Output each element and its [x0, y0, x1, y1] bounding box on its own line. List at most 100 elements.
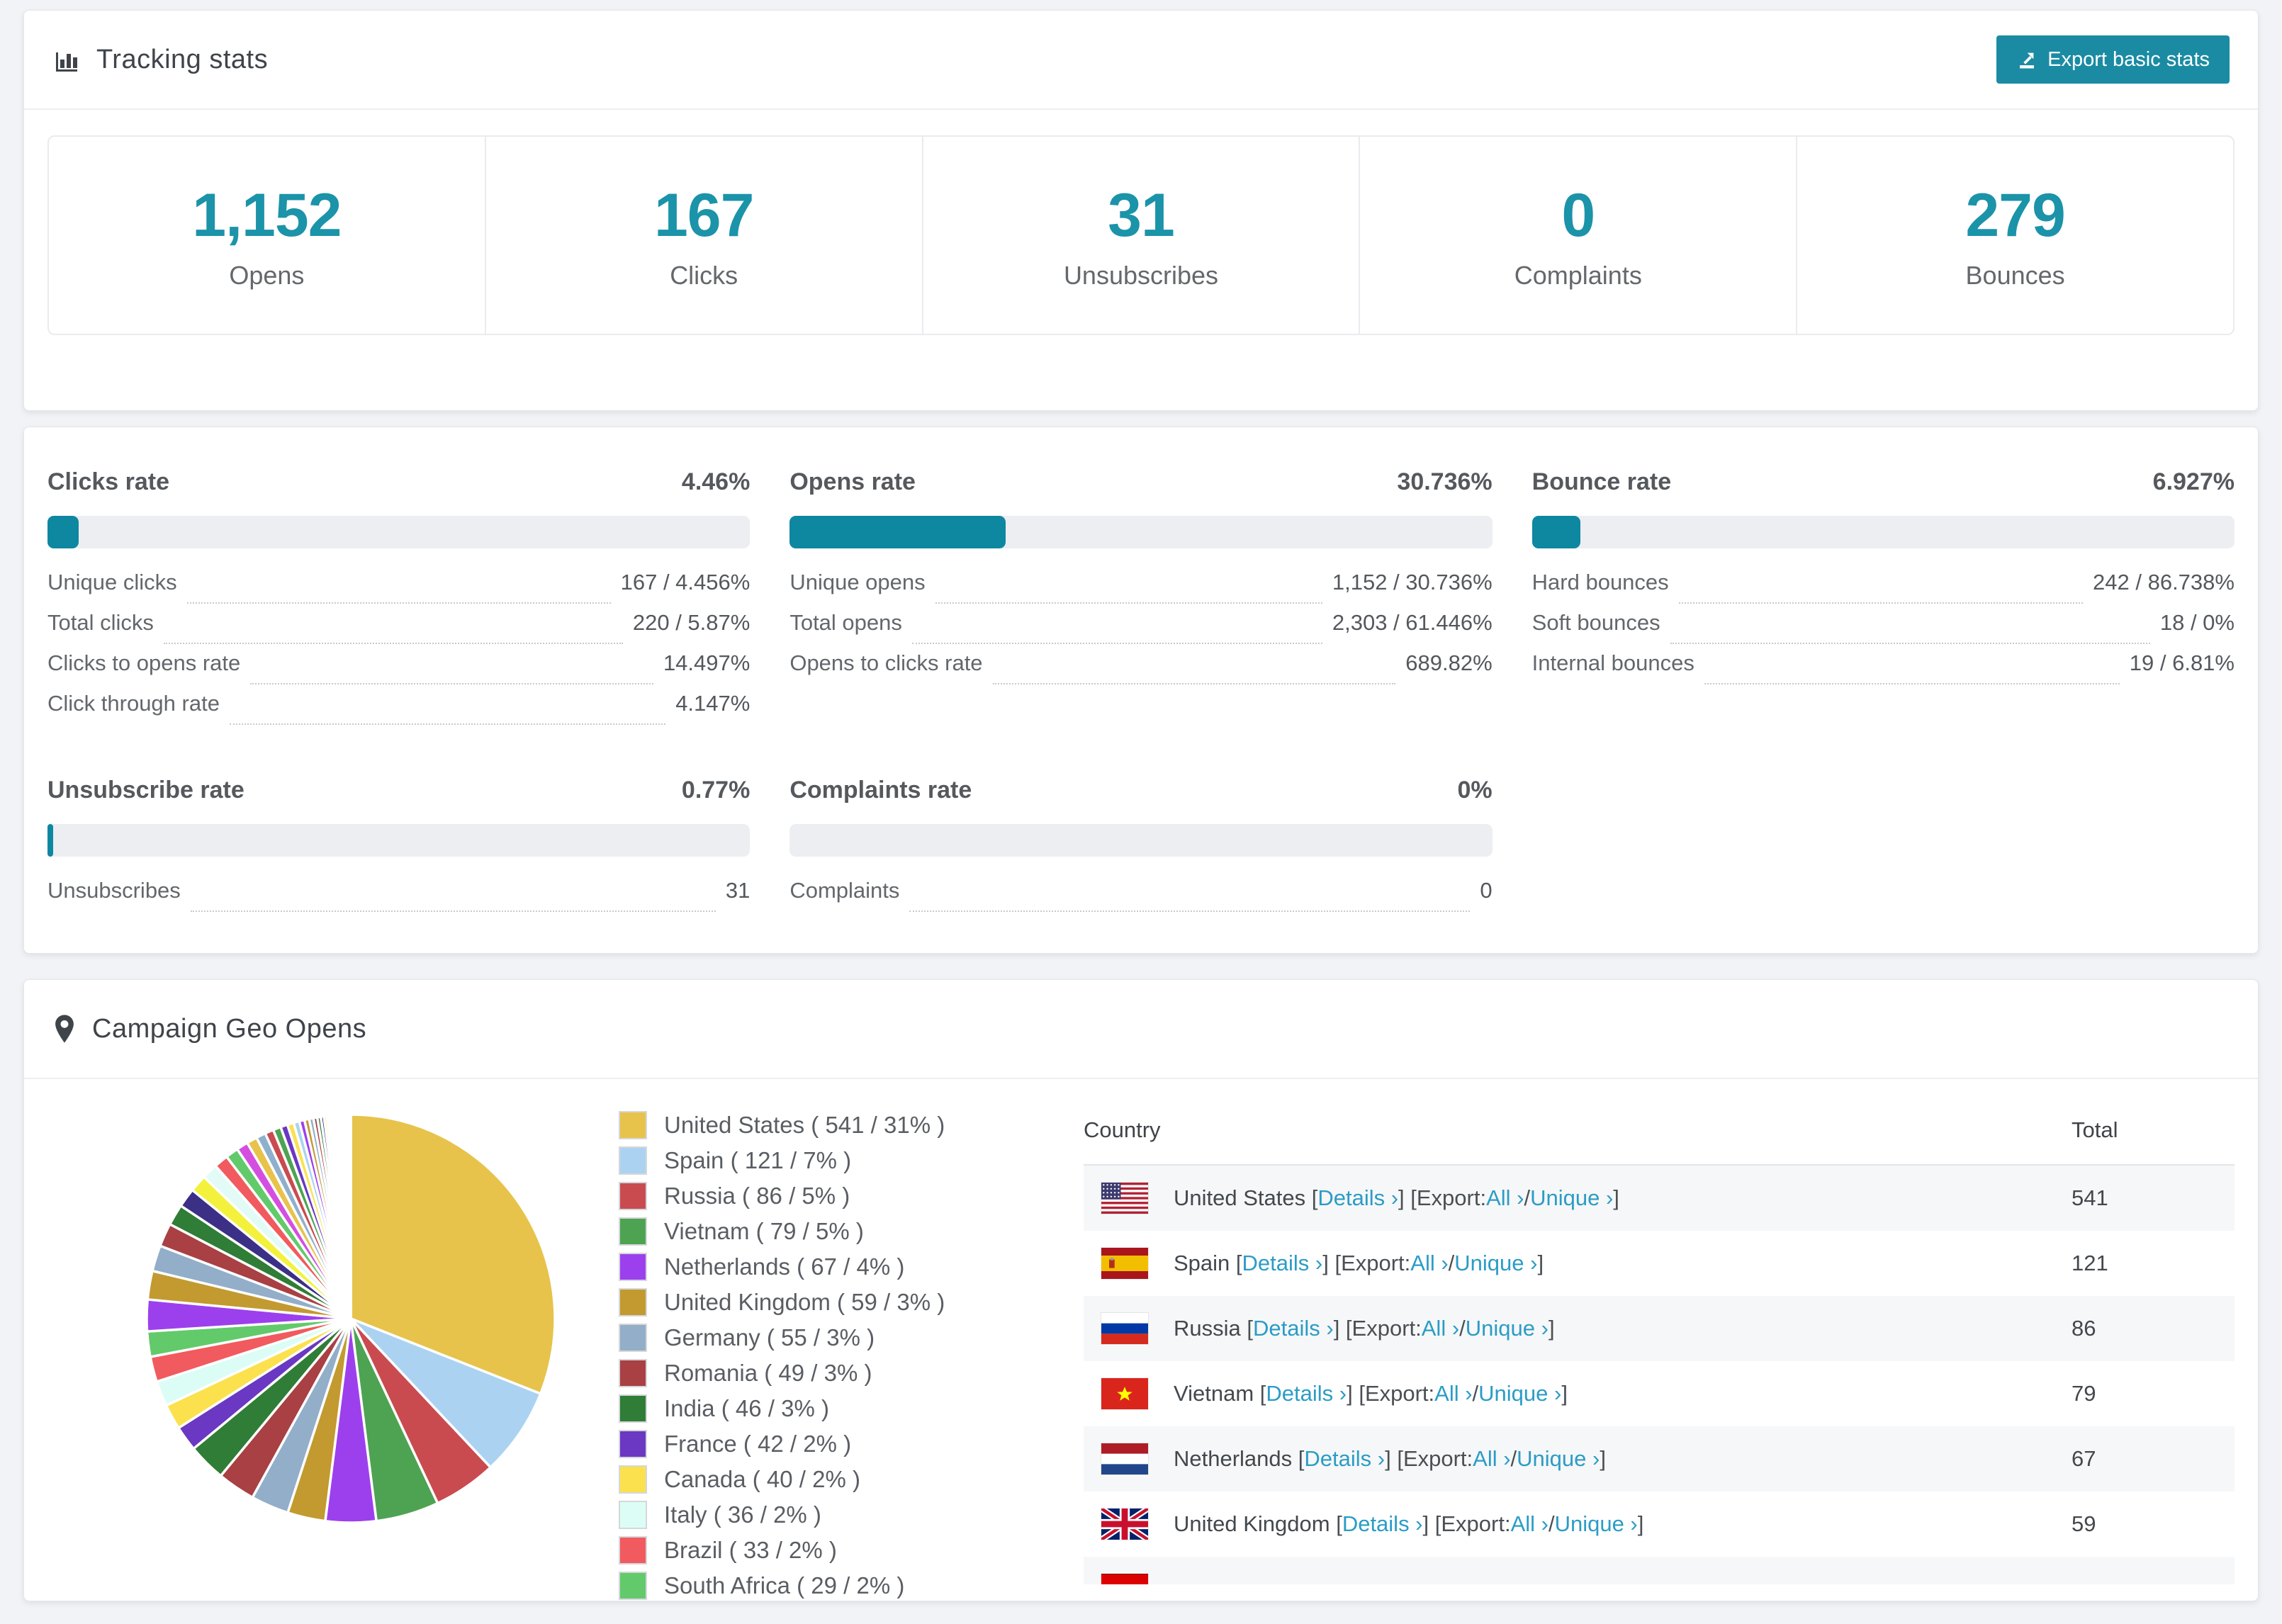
rate-row-label: Opens to clicks rate	[789, 650, 983, 675]
geo-body: United States ( 541 / 31% ) Spain ( 121 /…	[24, 1079, 2258, 1601]
details-link[interactable]: Details ›	[1304, 1446, 1385, 1472]
export-unique-link[interactable]: Unique ›	[1478, 1381, 1561, 1406]
legend-swatch	[619, 1536, 647, 1564]
legend-swatch	[619, 1572, 647, 1600]
united-states-flag-icon	[1101, 1183, 1148, 1214]
slash: /	[1448, 1251, 1455, 1275]
export-basic-stats-button[interactable]: Export basic stats	[1996, 35, 2230, 84]
export-all-link[interactable]: All ›	[1434, 1381, 1472, 1406]
rate-row-label: Hard bounces	[1531, 570, 1669, 594]
legend-item-south-africa[interactable]: South Africa ( 29 / 2% )	[619, 1571, 1016, 1601]
export-all-link[interactable]: All ›	[1511, 1511, 1548, 1537]
spain-flag-icon	[1101, 1248, 1148, 1279]
legend-label: France ( 42 / 2% )	[664, 1431, 852, 1457]
country-cell: United States [Details ›] [Export: All ›…	[1084, 1165, 2072, 1231]
legend-swatch	[619, 1394, 647, 1423]
pie-slice-other[interactable]	[349, 1113, 352, 1320]
rate-title-row-opens-rate: Opens rate 30.736%	[789, 468, 1492, 496]
legend-item-russia[interactable]: Russia ( 86 / 5% )	[619, 1181, 1016, 1211]
legend-swatch	[619, 1253, 647, 1281]
country-cell-inner: Vietnam [Details ›] [Export: All › / Uni…	[1084, 1378, 2072, 1409]
legend-item-vietnam[interactable]: Vietnam ( 79 / 5% )	[619, 1217, 1016, 1246]
rate-row-hard-bounces: Hard bounces 242 / 86.738%	[1532, 570, 2235, 610]
details-link[interactable]: Details ›	[1266, 1381, 1347, 1406]
total-cell: 79	[2072, 1381, 2096, 1406]
legend-item-india[interactable]: India ( 46 / 3% )	[619, 1394, 1016, 1423]
export-unique-link[interactable]: Unique ›	[1530, 1185, 1613, 1211]
rate-section-unsubscribe-rate: Unsubscribe rate 0.77% Unsubscribes 31	[47, 777, 751, 918]
export-icon	[2016, 49, 2038, 70]
bracket: ]	[1637, 1511, 1644, 1536]
legend-item-germany[interactable]: Germany ( 55 / 3% )	[619, 1323, 1016, 1353]
legend-item-united-kingdom[interactable]: United Kingdom ( 59 / 3% )	[619, 1287, 1016, 1317]
rate-row-label: Click through rate	[47, 691, 220, 716]
geo-table-row-united-kingdom: United Kingdom [Details ›] [Export: All …	[1084, 1492, 2235, 1557]
rate-row-label: Clicks to opens rate	[47, 650, 241, 675]
legend-item-romania[interactable]: Romania ( 49 / 3% )	[619, 1358, 1016, 1388]
rate-row-label: Internal bounces	[1531, 650, 1694, 675]
geo-table-row-vietnam: Vietnam [Details ›] [Export: All › / Uni…	[1084, 1361, 2235, 1426]
legend-item-spain[interactable]: Spain ( 121 / 7% )	[619, 1146, 1016, 1175]
details-link[interactable]: Details ›	[1253, 1316, 1334, 1341]
details-link[interactable]: Details ›	[1242, 1251, 1323, 1276]
rate-value: 6.927%	[2152, 468, 2235, 495]
legend-item-canada[interactable]: Canada ( 40 / 2% )	[619, 1465, 1016, 1494]
export-label: ] [Export:	[1333, 1316, 1422, 1341]
rate-row-unique-opens: Unique opens 1,152 / 30.736%	[789, 570, 1493, 610]
rate-progress-bar	[1531, 516, 2235, 548]
pie-chart-svg[interactable]	[138, 1099, 563, 1538]
export-all-link[interactable]: All ›	[1473, 1446, 1510, 1472]
stat-box-complaints: 0 Complaints	[1360, 137, 1798, 334]
pie-legend: United States ( 541 / 31% ) Spain ( 121 /…	[619, 1099, 1016, 1601]
export-unique-link[interactable]: Unique ›	[1466, 1316, 1548, 1341]
rate-row-complaints: Complaints 0	[789, 878, 1493, 918]
legend-item-italy[interactable]: Italy ( 36 / 2% )	[619, 1500, 1016, 1530]
export-label: ] [Export:	[1422, 1511, 1511, 1536]
rate-row-value: 2,303 / 61.446%	[1332, 610, 1493, 635]
export-unique-link[interactable]: Unique ›	[1454, 1251, 1537, 1276]
dotted-leader	[911, 643, 1322, 644]
rate-title-row-clicks-rate: Clicks rate 4.46%	[47, 468, 750, 496]
export-unique-link[interactable]: Unique ›	[1517, 1446, 1600, 1472]
rate-row-label: Total clicks	[47, 610, 154, 635]
rate-title: Bounce rate	[1531, 468, 1672, 495]
legend-label: Italy ( 36 / 2% )	[664, 1501, 821, 1528]
country-cell: United Kingdom [Details ›] [Export: All …	[1084, 1492, 2072, 1557]
rate-row-unique-clicks: Unique clicks 167 / 4.456%	[47, 570, 750, 610]
legend-item-united-states[interactable]: United States ( 541 / 31% )	[619, 1110, 1016, 1140]
rate-row-value: 1,152 / 30.736%	[1332, 570, 1493, 594]
legend-item-netherlands[interactable]: Netherlands ( 67 / 4% )	[619, 1252, 1016, 1282]
stat-value-clicks: 167	[653, 181, 754, 249]
rate-row-label: Unsubscribes	[47, 878, 181, 903]
legend-item-france[interactable]: France ( 42 / 2% )	[619, 1429, 1016, 1459]
legend-swatch	[619, 1501, 647, 1529]
export-unique-link[interactable]: Unique ›	[1555, 1511, 1638, 1537]
legend-label: India ( 46 / 3% )	[664, 1395, 829, 1421]
export-label: ] [Export:	[1398, 1185, 1487, 1210]
export-all-link[interactable]: All ›	[1422, 1316, 1459, 1341]
details-link[interactable]: Details ›	[1342, 1511, 1423, 1537]
bracket: ]	[1548, 1316, 1555, 1341]
rate-row-value: 689.82%	[1405, 650, 1493, 675]
rate-row-label: Unique opens	[789, 570, 926, 594]
stat-value-bounces: 279	[1965, 181, 2065, 249]
legend-label: Brazil ( 33 / 2% )	[664, 1537, 837, 1563]
stat-box-clicks: 167 Clicks	[486, 137, 923, 334]
rate-row-label: Total opens	[789, 610, 902, 635]
legend-item-brazil[interactable]: Brazil ( 33 / 2% )	[619, 1535, 1016, 1565]
details-link[interactable]: Details ›	[1317, 1185, 1398, 1211]
rate-value: 4.46%	[681, 468, 751, 495]
total-cell	[2072, 1557, 2235, 1584]
dotted-leader	[229, 723, 666, 725]
rate-detail-rows: Hard bounces 242 / 86.738% Soft bounces 18 …	[1532, 570, 2235, 691]
bracket: ]	[1600, 1446, 1606, 1471]
stat-label-complaints: Complaints	[1514, 260, 1642, 290]
stat-value-complaints: 0	[1561, 181, 1595, 249]
rate-detail-rows: Complaints 0	[789, 878, 1493, 918]
legend-swatch	[619, 1111, 647, 1139]
country-cell-inner: Netherlands [Details ›] [Export: All › /…	[1084, 1443, 2072, 1474]
export-all-link[interactable]: All ›	[1410, 1251, 1448, 1276]
export-all-link[interactable]: All ›	[1486, 1185, 1524, 1211]
slash: /	[1510, 1446, 1517, 1471]
legend-label: Russia ( 86 / 5% )	[664, 1183, 850, 1209]
